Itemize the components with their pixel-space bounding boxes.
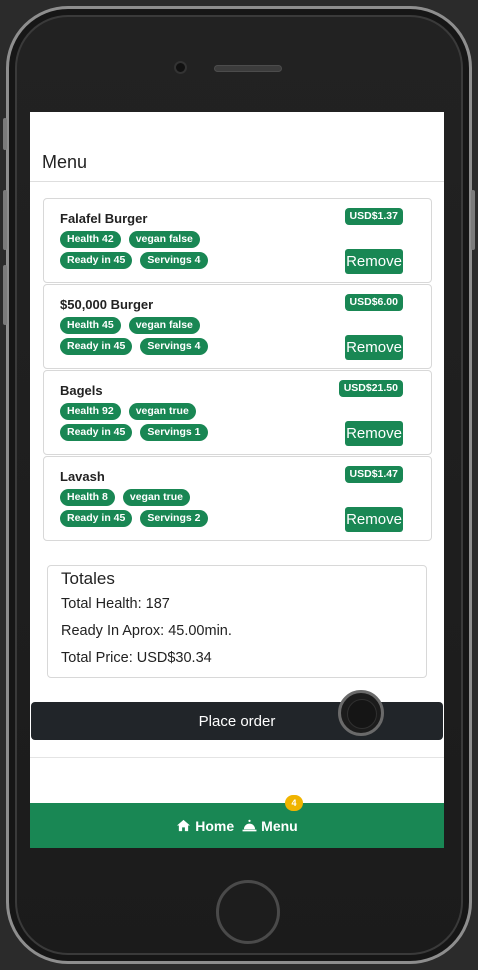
vegan-badge: vegan false — [128, 317, 200, 334]
speaker-grille — [214, 65, 282, 72]
volume-down-button — [3, 265, 7, 325]
health-badge: Health 92 — [60, 403, 121, 420]
remove-button[interactable]: Remove — [345, 507, 403, 532]
price-badge: USD$1.47 — [344, 466, 403, 483]
servings-badge: Servings 1 — [140, 424, 208, 441]
mute-switch — [3, 118, 7, 150]
total-health: Total Health: 187 — [61, 596, 170, 612]
order-item: Lavash Health 8 vegan true Ready in 45 S… — [43, 456, 432, 541]
cart-count-badge: 4 — [285, 795, 303, 811]
nav-home-label: Home — [195, 817, 235, 834]
vegan-badge: vegan true — [128, 403, 196, 420]
servings-badge: Servings 2 — [140, 510, 208, 527]
bottom-nav: Home Menu 4 — [30, 795, 444, 848]
health-badge: Health 45 — [60, 317, 121, 334]
order-item: Falafel Burger Health 42 vegan false Rea… — [43, 198, 432, 283]
order-item: Bagels Health 92 vegan true Ready in 45 … — [43, 370, 432, 455]
nav-home[interactable]: Home — [176, 818, 234, 834]
price-badge: USD$21.50 — [338, 380, 403, 397]
remove-button[interactable]: Remove — [345, 249, 403, 274]
order-list: Falafel Burger Health 42 vegan false Rea… — [30, 182, 444, 541]
divider — [30, 757, 444, 758]
page-header: Menu — [30, 112, 444, 182]
home-hardware-button[interactable] — [216, 880, 280, 944]
totals-card: Totales Total Health: 187 Ready In Aprox… — [47, 565, 427, 678]
ready-badge: Ready in 45 — [60, 424, 133, 441]
order-item: $50,000 Burger Health 45 vegan false Rea… — [43, 284, 432, 369]
volume-up-button — [3, 190, 7, 250]
power-button — [471, 190, 475, 250]
health-badge: Health 42 — [60, 231, 121, 248]
home-icon — [177, 819, 191, 832]
totals-title: Totales — [61, 569, 115, 588]
price-badge: USD$1.37 — [344, 208, 403, 225]
servings-badge: Servings 4 — [140, 252, 208, 269]
remove-button[interactable]: Remove — [345, 421, 403, 446]
camera-icon — [174, 61, 187, 74]
remove-button[interactable]: Remove — [345, 335, 403, 360]
nav-menu-label: Menu — [261, 817, 298, 834]
food-bell-icon — [242, 819, 257, 832]
ready-badge: Ready in 45 — [60, 252, 133, 269]
nav-menu[interactable]: Menu — [242, 818, 298, 834]
health-badge: Health 8 — [60, 489, 115, 506]
ready-badge: Ready in 45 — [60, 510, 133, 527]
ready-badge: Ready in 45 — [60, 338, 133, 355]
vegan-badge: vegan false — [128, 231, 200, 248]
total-ready-time: Ready In Aprox: 45.00min. — [61, 623, 232, 639]
price-badge: USD$6.00 — [344, 294, 403, 311]
total-price: Total Price: USD$30.34 — [61, 650, 212, 666]
page-title: Menu — [42, 152, 88, 172]
app-screen: Menu Falafel Burger Health 42 vegan fals… — [30, 112, 444, 848]
vegan-badge: vegan true — [122, 489, 190, 506]
servings-badge: Servings 4 — [140, 338, 208, 355]
assistive-touch-button[interactable] — [338, 690, 384, 736]
